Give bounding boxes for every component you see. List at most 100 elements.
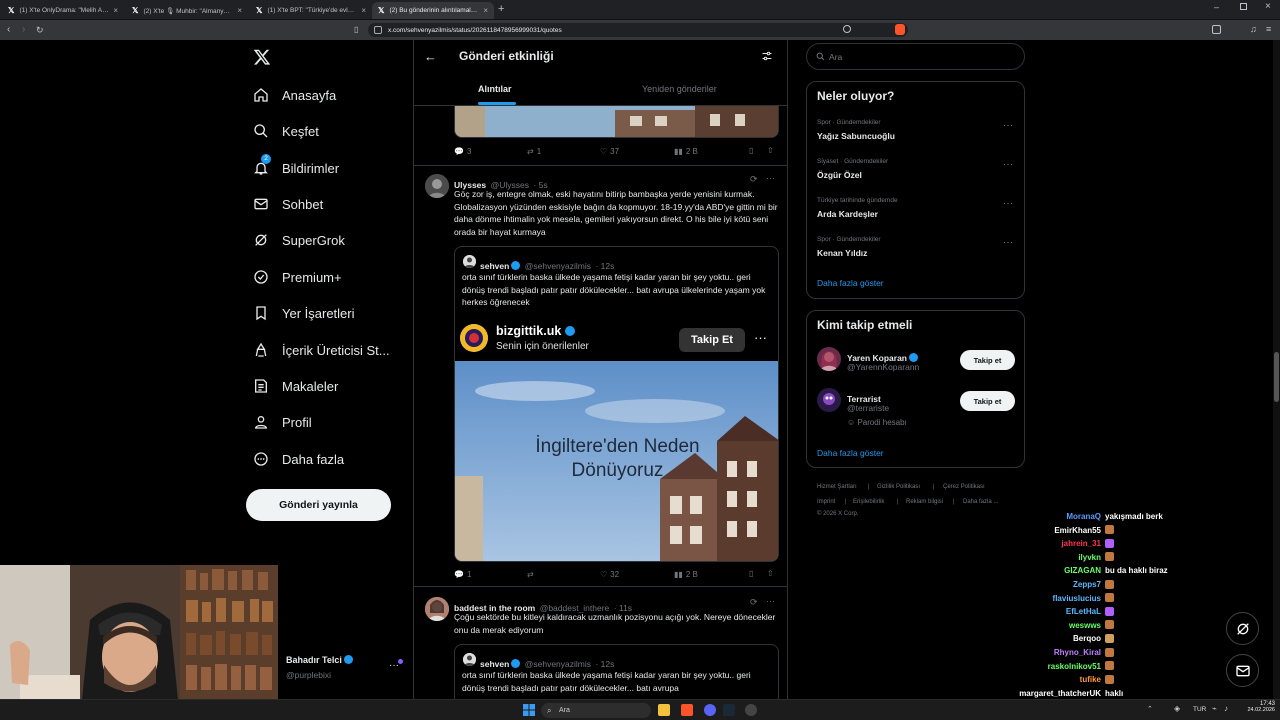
tweet-more-icon[interactable]: ··· bbox=[766, 173, 775, 183]
like-button[interactable]: ♡ 37 bbox=[600, 147, 619, 156]
previous-media[interactable] bbox=[454, 106, 779, 138]
reply-button[interactable]: 💬 1 bbox=[454, 570, 471, 579]
grok-analyze-icon[interactable]: ⟳ bbox=[750, 597, 758, 608]
follow-button[interactable]: Takip et bbox=[960, 391, 1015, 411]
media-icon[interactable]: ♫ bbox=[1250, 24, 1257, 34]
follow-button[interactable]: Takip et bbox=[960, 350, 1015, 370]
close-icon[interactable]: × bbox=[113, 6, 118, 15]
close-icon[interactable]: × bbox=[483, 6, 488, 15]
sidebar-item-profile[interactable]: Profil bbox=[252, 410, 312, 434]
close-icon[interactable]: × bbox=[237, 6, 242, 15]
grok-analyze-icon[interactable]: ⟳ bbox=[750, 174, 758, 185]
like-button[interactable]: ♡ 32 bbox=[600, 570, 619, 579]
footer-link[interactable]: Erişilebilirlik bbox=[853, 499, 884, 505]
settings-sliders-icon[interactable] bbox=[761, 50, 773, 62]
tab-quotes[interactable]: Alıntılar bbox=[478, 84, 512, 94]
file-explorer-icon[interactable] bbox=[658, 704, 670, 716]
sidebar-item-supergrok[interactable]: SuperGrok bbox=[252, 228, 345, 252]
maximize-icon[interactable] bbox=[1240, 3, 1247, 10]
zoom-icon[interactable] bbox=[843, 25, 851, 33]
tab-reposts[interactable]: Yeniden gönderiler bbox=[642, 84, 717, 94]
repost-button[interactable]: ⇄ bbox=[527, 570, 537, 579]
minimize-icon[interactable]: – bbox=[1214, 2, 1219, 12]
browser-tab-active[interactable]: 𝕏 (2) Bu gönderinin alıntılamaları / × bbox=[372, 2, 494, 19]
avatar[interactable] bbox=[817, 347, 841, 371]
reload-icon[interactable]: ↻ bbox=[36, 24, 44, 36]
avatar[interactable] bbox=[425, 174, 449, 198]
clock[interactable]: 17:43 24.02.2026 bbox=[1245, 701, 1275, 713]
show-more-follow-link[interactable]: Daha fazla göster bbox=[817, 448, 884, 458]
footer-link[interactable]: Hizmet Şartları bbox=[817, 484, 857, 490]
trend-item[interactable]: Arda Kardeşler bbox=[817, 209, 878, 219]
steam-icon[interactable] bbox=[723, 704, 735, 716]
quoted-media[interactable]: bizgittik.uk Senin için önerilenler Taki… bbox=[455, 317, 778, 561]
language-indicator[interactable]: TUR bbox=[1193, 706, 1206, 713]
close-icon[interactable]: × bbox=[361, 6, 366, 15]
views-button[interactable]: ▮▮ 2 B bbox=[674, 570, 698, 579]
grok-fab[interactable] bbox=[1226, 612, 1259, 645]
windows-start-icon[interactable] bbox=[523, 704, 535, 716]
brave-shield-icon[interactable] bbox=[895, 24, 905, 35]
trend-more-icon[interactable]: ··· bbox=[1003, 159, 1014, 169]
sidebar-item-notifications[interactable]: 2 Bildirimler bbox=[252, 154, 339, 180]
repost-button[interactable]: ⇄ 1 bbox=[527, 147, 541, 156]
reply-button[interactable]: 💬 3 bbox=[454, 147, 471, 156]
url-input[interactable]: x.com/sehvenyazilmis/status/202611847895… bbox=[368, 23, 908, 37]
sidebar-item-chat[interactable]: Sohbet bbox=[252, 192, 323, 216]
post-button[interactable]: Gönderi yayınla bbox=[246, 489, 391, 521]
trend-more-icon[interactable]: ··· bbox=[1003, 120, 1014, 130]
footer-link[interactable]: Imprint bbox=[817, 499, 835, 505]
search-input[interactable]: Ara bbox=[806, 43, 1025, 70]
tweet-more-icon[interactable]: ··· bbox=[766, 596, 775, 606]
trend-more-icon[interactable]: ··· bbox=[1003, 237, 1014, 247]
footer-link[interactable]: Gizlilik Politikası bbox=[877, 484, 920, 490]
extensions-icon[interactable] bbox=[1212, 25, 1221, 34]
scrollbar-thumb[interactable] bbox=[1274, 352, 1279, 402]
trend-item[interactable]: Özgür Özel bbox=[817, 170, 862, 180]
network-icon[interactable]: ⌁ bbox=[1212, 704, 1217, 713]
browser-tab[interactable]: 𝕏(1) X'te BPT: "Türkiye'de evlenen çift× bbox=[250, 2, 372, 19]
window-close-icon[interactable]: × bbox=[1265, 1, 1271, 12]
back-icon[interactable]: ‹ bbox=[7, 24, 10, 36]
x-logo-icon[interactable] bbox=[253, 48, 271, 66]
volume-icon[interactable]: ♪ bbox=[1224, 704, 1228, 713]
taskbar-search[interactable]: ⌕ Ara bbox=[541, 703, 651, 718]
views-button[interactable]: ▮▮ 2 B bbox=[674, 147, 698, 156]
bookmark-tweet-icon[interactable]: ▯ bbox=[749, 146, 753, 155]
footer-link[interactable]: Reklam bilgisi bbox=[906, 499, 943, 505]
tray-chevron-icon[interactable]: ⌃ bbox=[1147, 705, 1153, 713]
forward-icon[interactable]: › bbox=[22, 24, 25, 36]
sidebar-item-creator-studio[interactable]: İçerik Üreticisi St... bbox=[252, 338, 390, 362]
avatar[interactable] bbox=[425, 597, 449, 621]
footer-link[interactable]: Daha fazla ... bbox=[963, 499, 998, 505]
show-more-trends-link[interactable]: Daha fazla göster bbox=[817, 278, 884, 288]
trend-item[interactable]: Yağız Sabuncuoğlu bbox=[817, 131, 895, 141]
site-info-icon[interactable] bbox=[374, 26, 382, 34]
sidebar-item-explore[interactable]: Keşfet bbox=[252, 119, 319, 143]
bookmark-tweet-icon[interactable]: ▯ bbox=[749, 569, 753, 578]
trend-item[interactable]: Kenan Yıldız bbox=[817, 248, 867, 258]
new-tab-icon[interactable]: + bbox=[498, 3, 504, 15]
bookmark-page-icon[interactable]: ▯ bbox=[354, 24, 358, 36]
sidebar-item-premium[interactable]: Premium+ bbox=[252, 265, 342, 289]
browser-tab[interactable]: 𝕏(2) X'te 🎙 Muhbir: "Almanya'dan Tü× bbox=[126, 2, 248, 19]
sidebar-item-bookmarks[interactable]: Yer İşaretleri bbox=[252, 301, 355, 325]
messages-fab[interactable] bbox=[1226, 654, 1259, 687]
obs-icon[interactable] bbox=[745, 704, 757, 716]
brave-icon[interactable] bbox=[681, 704, 693, 716]
sidebar-item-more[interactable]: Daha fazla bbox=[252, 447, 344, 471]
menu-icon[interactable]: ≡ bbox=[1266, 24, 1271, 34]
share-icon[interactable]: ⇧ bbox=[767, 569, 774, 578]
share-icon[interactable]: ⇧ bbox=[767, 146, 774, 155]
footer-link[interactable]: Çerez Politikası bbox=[943, 484, 985, 490]
tray-icon[interactable]: ◈ bbox=[1174, 704, 1180, 713]
quoted-tweet[interactable]: sehven @sehvenyazilmis · 12s orta sınıf … bbox=[454, 246, 779, 562]
sidebar-item-articles[interactable]: Makaleler bbox=[252, 374, 338, 398]
browser-tab[interactable]: 𝕏(1) X'te OnlyDrama: "Melih Abuaf, Yo× bbox=[2, 2, 124, 19]
trend-more-icon[interactable]: ··· bbox=[1003, 198, 1014, 208]
account-name[interactable]: Bahadır Telci bbox=[286, 655, 353, 665]
discord-icon[interactable] bbox=[704, 704, 716, 716]
avatar[interactable] bbox=[817, 388, 841, 412]
back-arrow-icon[interactable]: ← bbox=[424, 49, 437, 64]
sidebar-item-home[interactable]: Anasayfa bbox=[252, 83, 336, 107]
